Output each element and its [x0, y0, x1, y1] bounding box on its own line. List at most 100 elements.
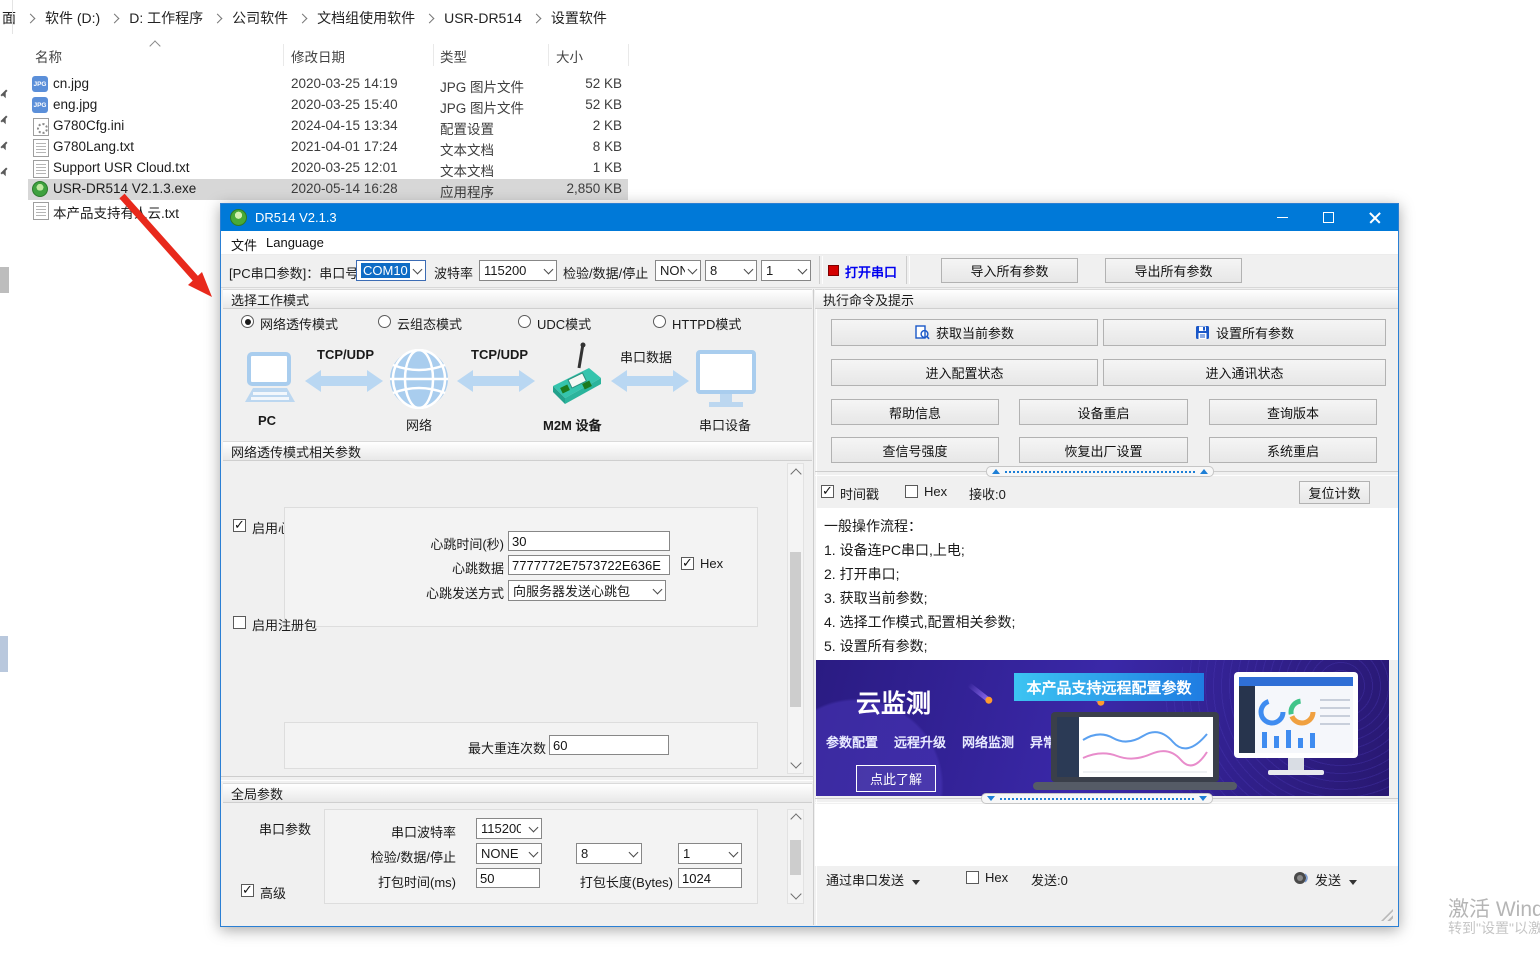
radio-udc-mode[interactable]	[518, 315, 531, 328]
enter-config-button[interactable]: 进入配置状态	[831, 359, 1098, 386]
pack-len-label: 打包长度(Bytes)	[573, 872, 673, 891]
scrollbar-thumb[interactable]	[790, 552, 801, 707]
hb-mode-select[interactable]: 向服务器发送心跳包	[508, 580, 666, 601]
column-divider[interactable]	[283, 44, 284, 66]
minimize-button[interactable]	[1260, 204, 1305, 231]
window-titlebar[interactable]: DR514 V2.1.3	[221, 204, 1398, 231]
table-row[interactable]: Support USR Cloud.txt 2020-03-25 12:01 文…	[28, 158, 628, 179]
global-databits-select[interactable]: 8	[576, 843, 642, 864]
enter-comm-button[interactable]: 进入通讯状态	[1103, 359, 1386, 386]
timestamp-checkbox[interactable]	[821, 485, 834, 498]
breadcrumb-item-company[interactable]: 公司软件	[232, 8, 288, 28]
register-label[interactable]: 启用注册包	[252, 615, 317, 634]
menubar: 文件 Language	[221, 231, 1398, 255]
menu-file[interactable]: 文件	[231, 235, 257, 254]
scroll-down-icon[interactable]	[790, 888, 801, 899]
scroll-down-icon[interactable]	[790, 757, 801, 768]
breadcrumb-separator	[110, 14, 120, 24]
advanced-label[interactable]: 高级	[260, 883, 286, 902]
pack-len-input[interactable]	[678, 868, 742, 888]
resize-grip[interactable]	[1381, 909, 1393, 921]
set-params-button[interactable]: 设置所有参数	[1103, 319, 1386, 346]
heartbeat-checkbox[interactable]	[233, 519, 246, 532]
scroll-up-icon[interactable]	[790, 468, 801, 479]
radio-httpd-mode[interactable]	[653, 315, 666, 328]
breadcrumb-item-partial[interactable]: 面	[2, 8, 16, 28]
maximize-button[interactable]	[1306, 204, 1351, 231]
global-stopbits-select[interactable]: 1	[678, 843, 742, 864]
radio-net-transparent-mode[interactable]	[241, 315, 254, 328]
advanced-checkbox[interactable]	[241, 884, 254, 897]
breadcrumb-item-drive[interactable]: 软件 (D:)	[45, 8, 100, 28]
table-row[interactable]: G780Lang.txt 2021-04-01 17:24 文本文档 8 KB	[28, 137, 628, 158]
table-row-selected[interactable]: USR-DR514 V2.1.3.exe 2020-05-14 16:28 应用…	[28, 179, 628, 200]
reset-count-button[interactable]: 复位计数	[1299, 481, 1370, 504]
parity-select[interactable]: NONE	[655, 260, 701, 281]
collapse-handle-up[interactable]	[986, 466, 1214, 477]
column-header-date[interactable]: 修改日期	[291, 46, 345, 66]
export-params-button[interactable]: 导出所有参数	[1105, 258, 1242, 283]
device-restart-button[interactable]: 设备重启	[1019, 399, 1188, 425]
system-restart-button[interactable]: 系统重启	[1209, 437, 1377, 463]
nav-scrollbar-fragment[interactable]	[0, 267, 9, 293]
signal-strength-button[interactable]: 查信号强度	[831, 437, 999, 463]
table-row[interactable]: JPG cn.jpg 2020-03-25 14:19 JPG 图片文件 52 …	[28, 74, 628, 95]
recv-hex-label[interactable]: Hex	[924, 484, 947, 499]
learn-more-button[interactable]: 点此了解	[856, 765, 936, 792]
open-port-button[interactable]: 打开串口	[845, 262, 897, 281]
port-select[interactable]: COM10	[356, 260, 426, 281]
column-header-type[interactable]: 类型	[440, 46, 467, 66]
hb-hex-label[interactable]: Hex	[700, 556, 723, 571]
radio-net-transparent-label[interactable]: 网络透传模式	[260, 314, 338, 333]
maximize-icon	[1323, 212, 1334, 223]
databits-select[interactable]: 8	[705, 260, 757, 281]
radio-httpd-label[interactable]: HTTPD模式	[672, 314, 741, 333]
global-params-scrollbar[interactable]	[787, 809, 804, 904]
import-params-button[interactable]: 导入所有参数	[941, 258, 1078, 283]
column-header-name[interactable]: 名称	[35, 46, 62, 66]
global-baud-select[interactable]: 115200	[476, 818, 542, 839]
get-params-button[interactable]: 获取当前参数	[831, 319, 1098, 346]
column-divider[interactable]	[628, 44, 629, 66]
help-button[interactable]: 帮助信息	[831, 399, 999, 425]
recv-hex-checkbox[interactable]	[905, 485, 918, 498]
close-button[interactable]	[1352, 204, 1397, 231]
panel-splitter[interactable]	[221, 776, 813, 781]
menu-language[interactable]: Language	[266, 235, 324, 250]
stopbits-select[interactable]: 1	[761, 260, 811, 281]
radio-cloud-scada-mode[interactable]	[378, 315, 391, 328]
radio-cloud-scada-label[interactable]: 云组态模式	[397, 314, 462, 333]
breadcrumb-item-usrdr514[interactable]: USR-DR514	[444, 10, 522, 26]
scroll-up-icon[interactable]	[790, 813, 801, 824]
send-hex-label[interactable]: Hex	[985, 870, 1008, 885]
breadcrumb-item-setup[interactable]: 设置软件	[551, 8, 607, 28]
table-row[interactable]: JPG eng.jpg 2020-03-25 15:40 JPG 图片文件 52…	[28, 95, 628, 116]
register-checkbox[interactable]	[233, 616, 246, 629]
scrollbar-thumb[interactable]	[790, 840, 801, 875]
global-parity-select[interactable]: NONE	[476, 843, 542, 864]
hb-time-input[interactable]	[508, 531, 670, 551]
column-divider[interactable]	[548, 44, 549, 66]
factory-reset-button[interactable]: 恢复出厂设置	[1019, 437, 1188, 463]
baud-select[interactable]: 115200	[479, 260, 557, 281]
reconnect-input[interactable]	[549, 735, 669, 755]
breadcrumb-item-work[interactable]: D: 工作程序	[129, 8, 203, 28]
send-via-dropdown[interactable]: 通过串口发送	[826, 870, 920, 889]
timestamp-label[interactable]: 时间戳	[840, 484, 879, 503]
query-version-button[interactable]: 查询版本	[1209, 399, 1377, 425]
column-header-size[interactable]: 大小	[556, 46, 583, 66]
table-row[interactable]: G780Cfg.ini 2024-04-15 13:34 配置设置 2 KB	[28, 116, 628, 137]
cloud-monitor-banner[interactable]: 云监测 本产品支持远程配置参数 参数配置 远程升级 网络监测 异常报警 点此了解	[816, 660, 1389, 796]
radio-udc-label[interactable]: UDC模式	[537, 314, 591, 333]
column-divider[interactable]	[433, 44, 434, 66]
pack-time-input[interactable]	[476, 868, 540, 888]
nav-scrollbar-fragment[interactable]	[0, 636, 8, 672]
send-hex-checkbox[interactable]	[966, 871, 979, 884]
send-button[interactable]: 发送	[1315, 870, 1357, 889]
sent-count: 发送:0	[1031, 870, 1068, 889]
breadcrumb-item-docs[interactable]: 文档组使用软件	[317, 8, 415, 28]
hb-data-input[interactable]	[508, 555, 670, 575]
hb-hex-checkbox[interactable]	[681, 557, 694, 570]
net-params-scrollbar[interactable]	[787, 463, 804, 774]
file-name: eng.jpg	[53, 97, 97, 112]
